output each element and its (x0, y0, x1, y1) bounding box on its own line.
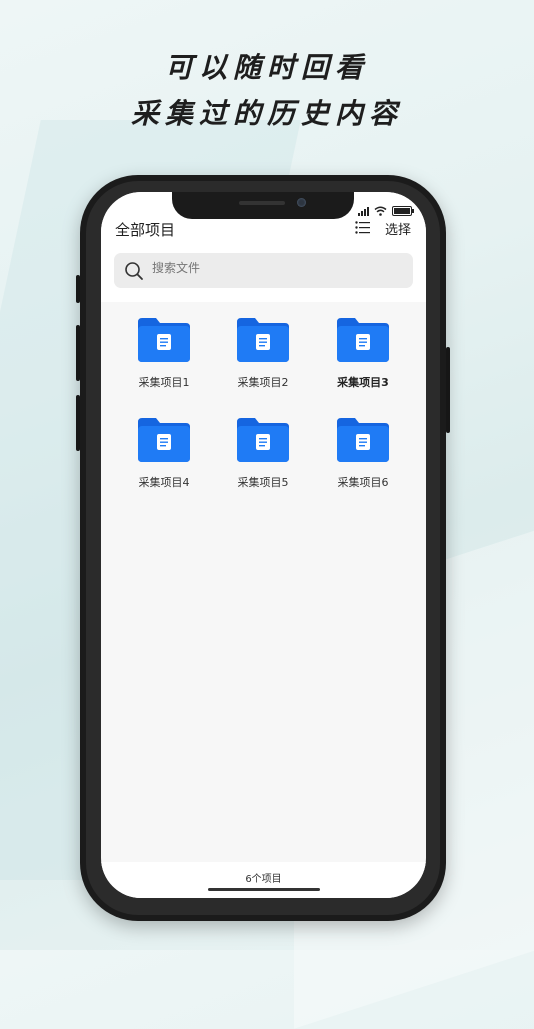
page-title: 全部项目 (115, 221, 176, 239)
phone-frame: 全部项目 选择 搜索文件 采集项目1 采集项目2 采集项目3 采集项目4 采集项… (76, 175, 450, 921)
folder-item[interactable]: 采集项目1 (119, 318, 209, 390)
phone-screen: 全部项目 选择 搜索文件 采集项目1 采集项目2 采集项目3 采集项目4 采集项… (101, 192, 426, 898)
status-bar (358, 206, 414, 216)
battery-icon (392, 206, 414, 216)
folder-label: 采集项目5 (237, 476, 289, 489)
search-input[interactable] (152, 261, 392, 275)
volume-up-button (76, 325, 80, 381)
folder-label: 采集项目3 (337, 376, 389, 389)
power-button (446, 347, 450, 433)
folder-item[interactable]: 采集项目6 (318, 418, 408, 490)
promo-headline-2: 采集过的历史内容 (130, 97, 403, 130)
folder-label: 采集项目4 (138, 476, 190, 489)
folder-icon (337, 318, 389, 362)
home-indicator[interactable] (208, 888, 320, 891)
folder-label: 采集项目6 (337, 476, 389, 489)
folder-item[interactable]: 采集项目4 (119, 418, 209, 490)
wifi-icon (374, 206, 387, 216)
search-icon (125, 262, 143, 280)
folder-item[interactable]: 采集项目5 (218, 418, 308, 490)
cellular-signal-icon (358, 206, 369, 216)
folder-icon (337, 418, 389, 462)
select-button[interactable]: 选择 (385, 219, 411, 238)
item-count: 6个项目 (245, 874, 282, 885)
list-icon[interactable] (355, 221, 371, 234)
bottom-bar: 6个项目 (101, 862, 426, 898)
folder-item[interactable]: 采集项目3 (318, 318, 408, 390)
search-bar[interactable] (114, 253, 413, 288)
speaker-grille (239, 201, 285, 205)
folder-icon (138, 318, 190, 362)
folder-item[interactable]: 采集项目2 (218, 318, 308, 390)
phone-notch (172, 192, 354, 219)
folder-label: 采集项目2 (237, 376, 289, 389)
folder-label: 采集项目1 (138, 376, 190, 389)
volume-down-button (76, 395, 80, 451)
folder-icon (138, 418, 190, 462)
folder-icon (237, 418, 289, 462)
promo-headline-1: 可以随时回看 (164, 51, 369, 84)
mute-switch (76, 275, 80, 303)
folder-icon (237, 318, 289, 362)
front-camera (297, 198, 306, 207)
